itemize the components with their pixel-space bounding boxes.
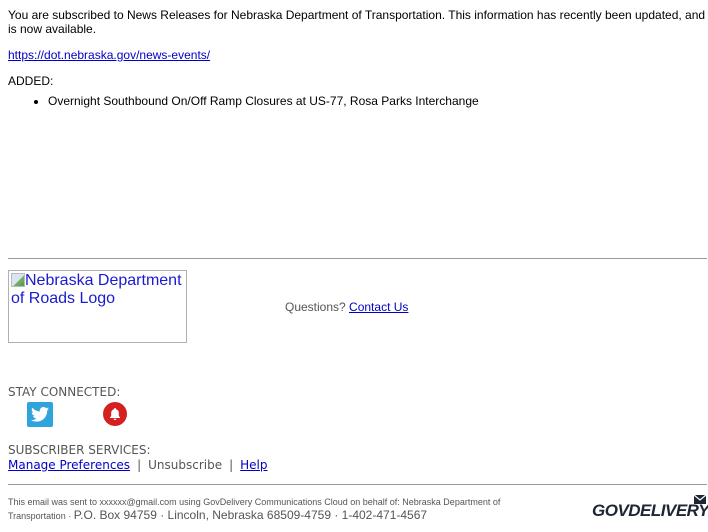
added-list: Overnight Southbound On/Off Ramp Closure… [8, 94, 479, 109]
questions-row: Questions? Contact Us [285, 300, 408, 314]
list-item: Overnight Southbound On/Off Ramp Closure… [48, 94, 479, 109]
stay-connected-label: STAY CONNECTED: [8, 385, 121, 399]
divider [8, 484, 707, 485]
separator: | [229, 458, 234, 472]
broken-image-icon [11, 273, 25, 287]
twitter-icon[interactable] [27, 402, 53, 427]
help-link[interactable]: Help [240, 458, 267, 472]
news-events-link[interactable]: https://dot.nebraska.gov/news-events/ [8, 48, 210, 62]
intro-text: You are subscribed to News Releases for … [8, 8, 706, 36]
separator: | [137, 458, 142, 472]
added-label: ADDED: [8, 74, 54, 88]
logo-alt-text: Nebraska Department of Roads Logo [11, 272, 182, 307]
bell-icon[interactable] [103, 402, 127, 426]
subscriber-services-links: Manage Preferences | Unsubscribe | Help [8, 458, 268, 472]
nebraska-logo-broken-image[interactable]: Nebraska Department of Roads Logo [8, 270, 187, 343]
govdelivery-logo[interactable]: GOVDELIVERY [592, 501, 708, 521]
divider [8, 258, 707, 259]
envelope-icon [693, 494, 707, 504]
subscriber-services-label: SUBSCRIBER SERVICES: [8, 443, 151, 457]
contact-us-link[interactable]: Contact Us [349, 300, 408, 314]
questions-label: Questions? [285, 300, 346, 314]
manage-preferences-link[interactable]: Manage Preferences [8, 458, 130, 472]
unsubscribe-text[interactable]: Unsubscribe [148, 458, 222, 472]
footer-text: This email was sent to xxxxxx@gmail.com … [8, 496, 568, 523]
footer-line2-small: Transportation · [8, 511, 74, 521]
footer-address: P.O. Box 94759 · Lincoln, Nebraska 68509… [73, 508, 428, 522]
footer-line1: This email was sent to xxxxxx@gmail.com … [8, 497, 501, 507]
